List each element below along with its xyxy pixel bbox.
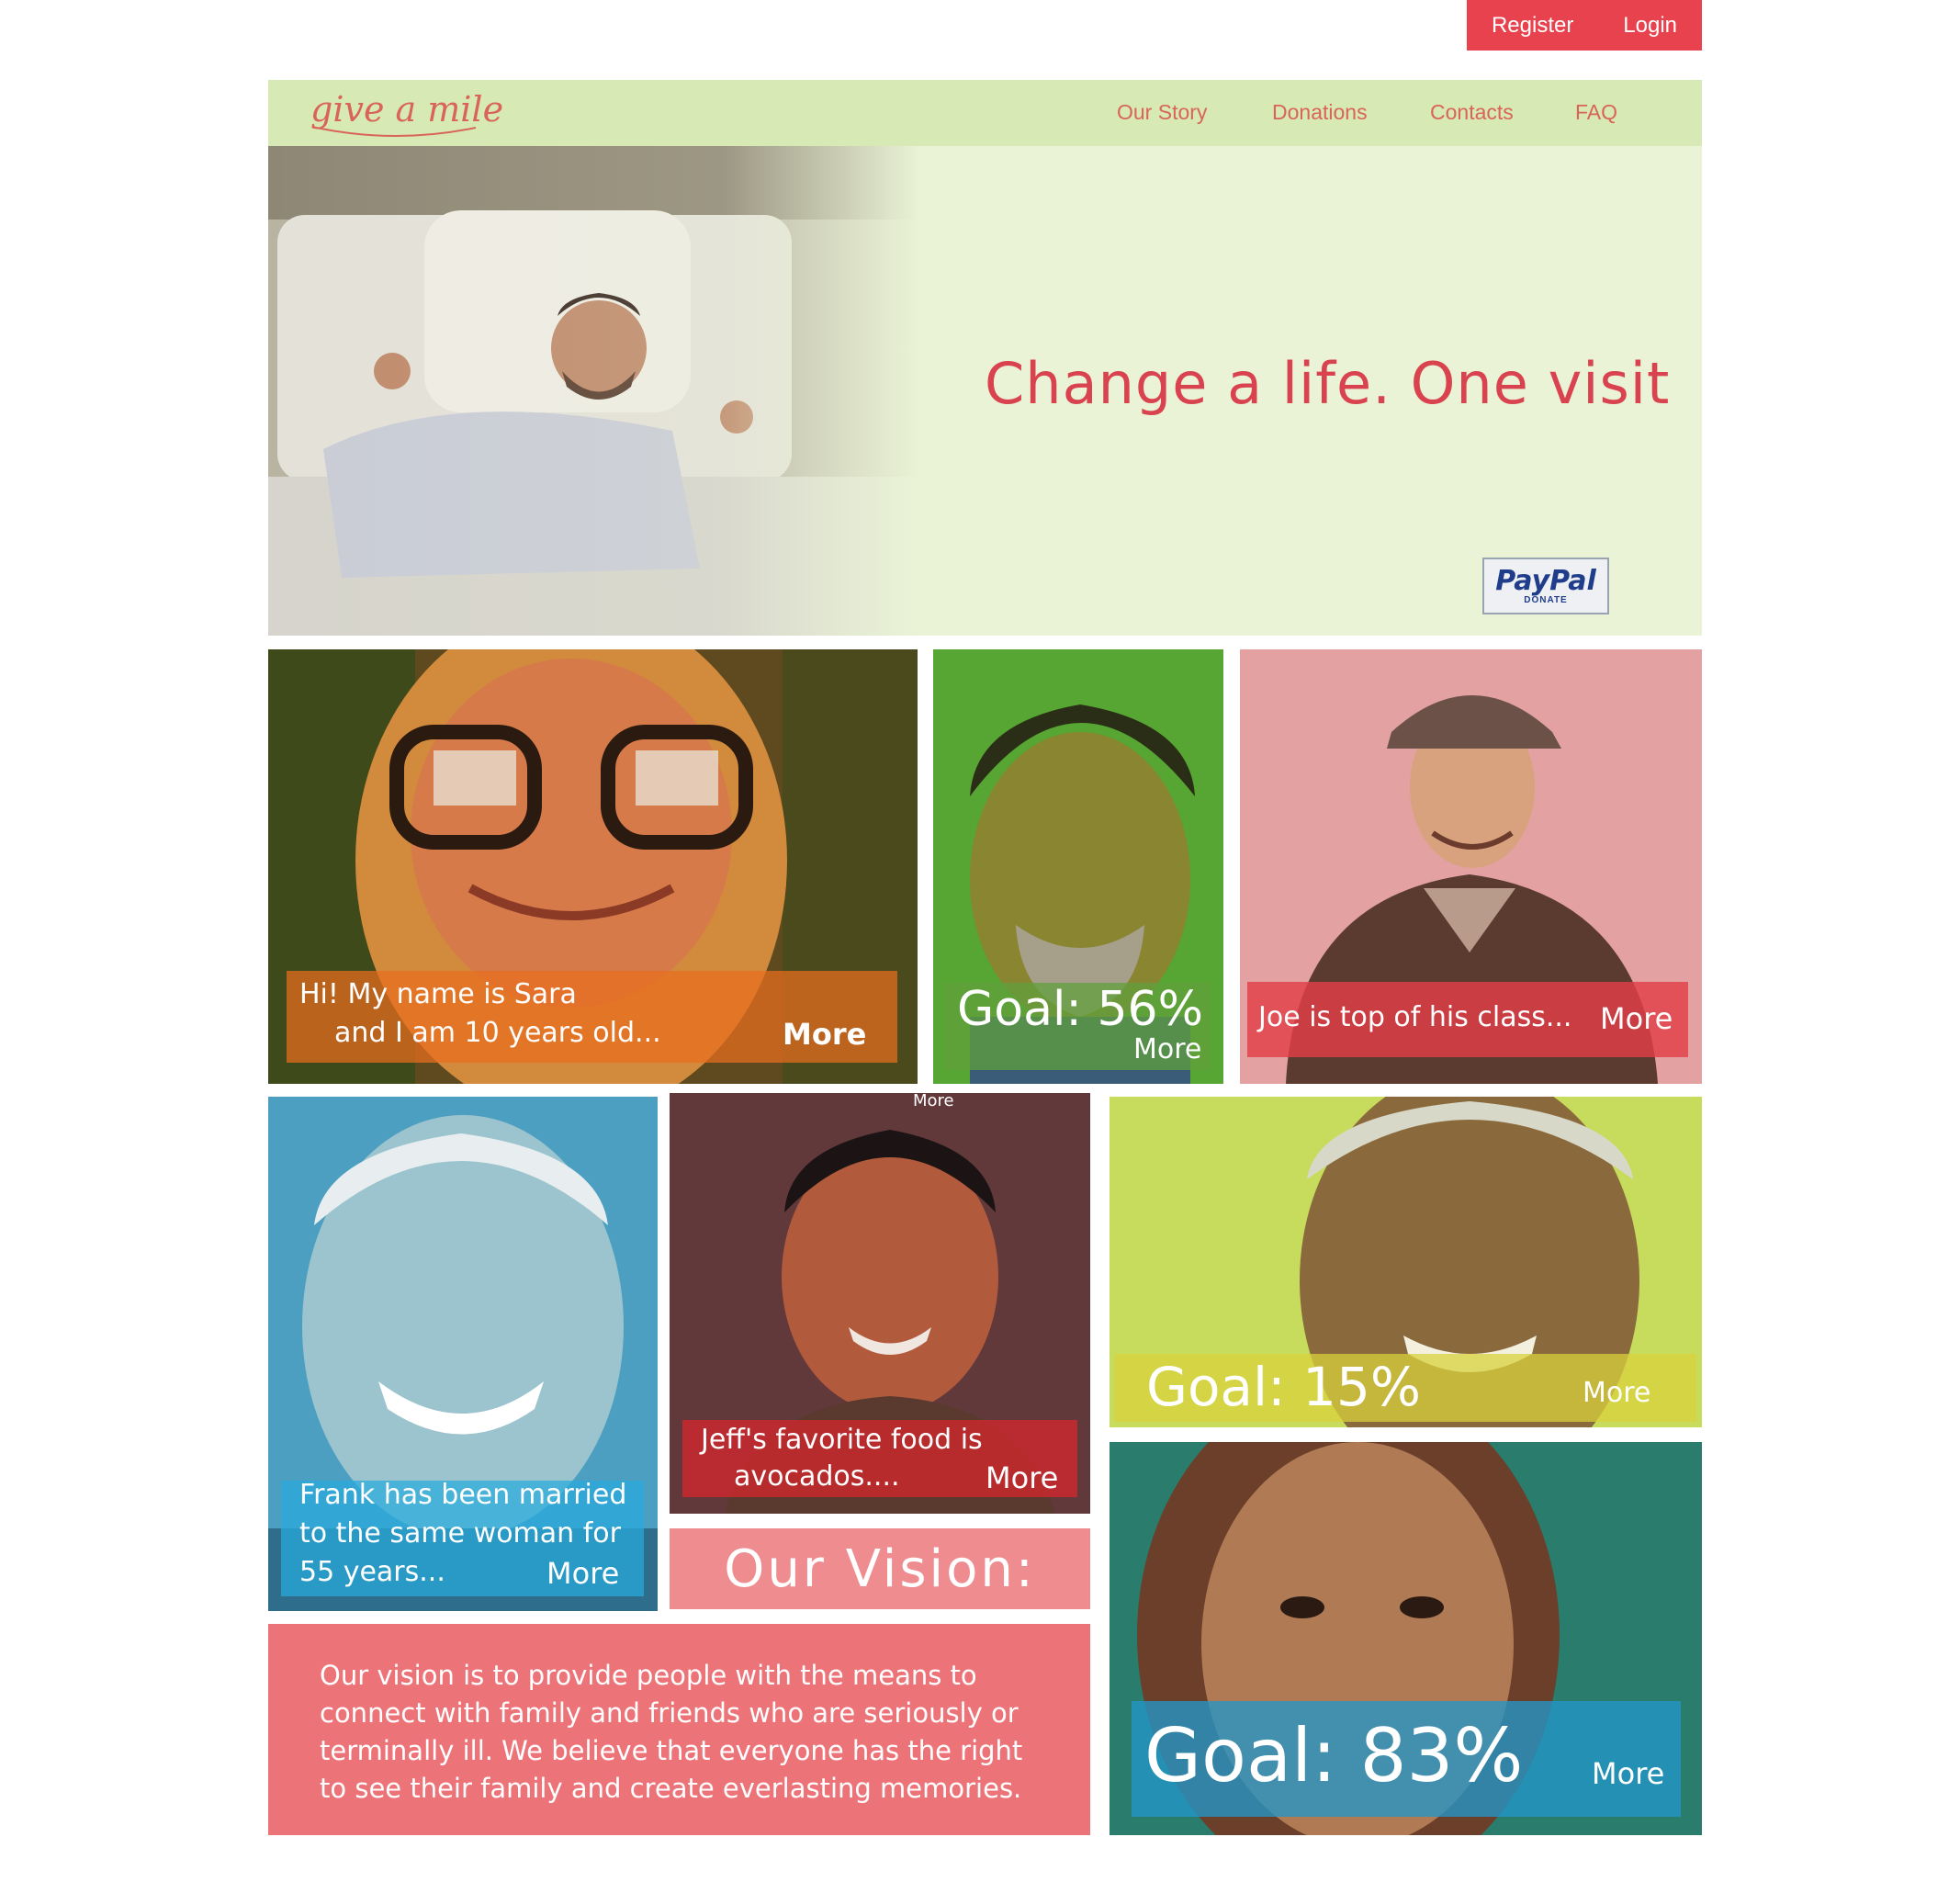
- story-tile-frank[interactable]: Frank has been married to the same woman…: [268, 1097, 658, 1611]
- joe-more-link[interactable]: More: [1600, 1001, 1673, 1036]
- sara-caption-line2: and I am 10 years old...: [334, 1017, 661, 1049]
- logo-swoosh-icon: [315, 127, 477, 137]
- hero-headline: Change a life. One visit: [985, 350, 1671, 417]
- sara-caption-line1: Hi! My name is Sara: [299, 978, 577, 1010]
- hero-banner: Change a life. One visit PayPal DONATE: [268, 146, 1702, 636]
- hero-patient-photo: [268, 146, 920, 636]
- nav-our-story[interactable]: Our Story: [1117, 100, 1207, 125]
- jeff-caption-line2: avocados....: [734, 1460, 900, 1493]
- paypal-donate-label: DONATE: [1524, 594, 1568, 605]
- goal-tile-83[interactable]: Goal: 83% More: [1110, 1442, 1702, 1835]
- goal56-more-link[interactable]: More: [1133, 1033, 1201, 1065]
- story-tile-jeff[interactable]: More Jeff's favorite food is avocados...…: [670, 1093, 1090, 1514]
- story-tile-joe[interactable]: Joe is top of his class... More: [1240, 649, 1702, 1084]
- main-nav: give a mile Our Story Donations Contacts…: [268, 80, 1702, 146]
- goal15-label: Goal: 15%: [1146, 1356, 1421, 1418]
- joe-caption: Joe is top of his class...: [1258, 1001, 1572, 1033]
- vision-title: Our Vision:: [670, 1528, 1090, 1609]
- paypal-donate-button[interactable]: PayPal DONATE: [1482, 558, 1609, 614]
- goal-tile-15[interactable]: Goal: 15% More: [1110, 1097, 1702, 1427]
- nav-faq[interactable]: FAQ: [1575, 100, 1617, 125]
- register-link[interactable]: Register: [1492, 13, 1573, 39]
- story-tile-sara[interactable]: Hi! My name is Sara and I am 10 years ol…: [268, 649, 918, 1084]
- frank-caption-line2: to the same woman for: [299, 1517, 621, 1550]
- vision-text: Our vision is to provide people with the…: [320, 1660, 1023, 1804]
- jeff-top-more-link[interactable]: More: [913, 1093, 954, 1110]
- goal-tile-56[interactable]: Goal: 56% More: [933, 649, 1223, 1084]
- goal15-more-link[interactable]: More: [1583, 1377, 1650, 1409]
- goal56-label: Goal: 56%: [957, 982, 1204, 1037]
- jeff-more-link[interactable]: More: [986, 1460, 1058, 1495]
- vision-text-box: Our vision is to provide people with the…: [268, 1624, 1090, 1835]
- jeff-caption-line1: Jeff's favorite food is: [701, 1424, 983, 1456]
- goal83-label: Goal: 83%: [1144, 1713, 1524, 1798]
- nav-contacts[interactable]: Contacts: [1430, 100, 1514, 125]
- frank-more-link[interactable]: More: [546, 1556, 619, 1591]
- frank-caption-line1: Frank has been married: [299, 1479, 627, 1511]
- login-link[interactable]: Login: [1623, 13, 1677, 39]
- paypal-logo: PayPal: [1495, 564, 1596, 597]
- nav-donations[interactable]: Donations: [1272, 100, 1368, 125]
- goal83-more-link[interactable]: More: [1592, 1756, 1664, 1791]
- auth-bar: Register Login: [1467, 0, 1702, 51]
- sara-more-link[interactable]: More: [783, 1017, 866, 1052]
- frank-caption-line3: 55 years...: [299, 1556, 445, 1588]
